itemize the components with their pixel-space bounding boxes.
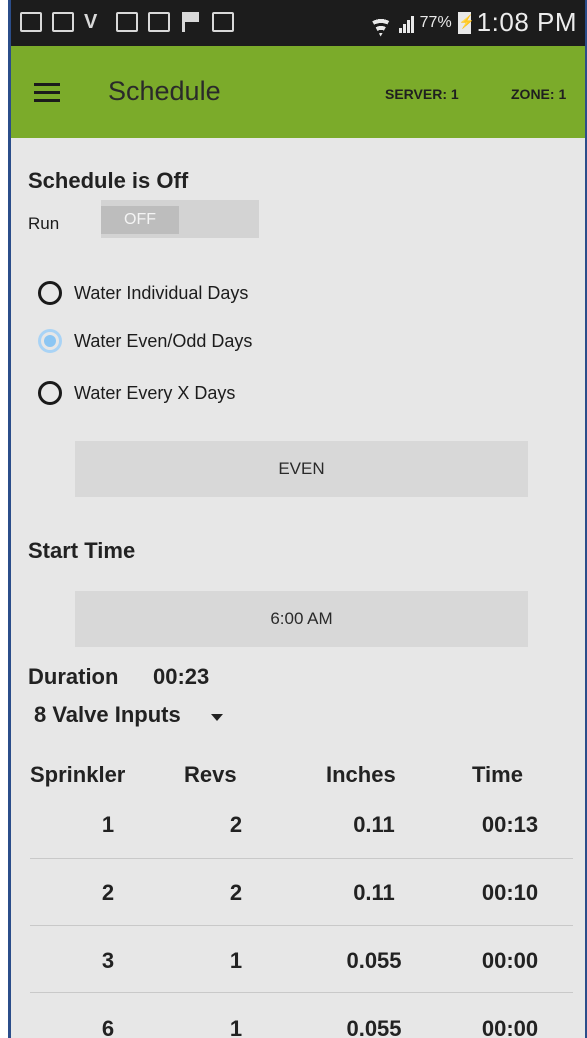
start-time-heading: Start Time xyxy=(28,538,136,563)
valve-inputs-value: 8 Valve Inputs xyxy=(34,702,181,727)
signal-icon xyxy=(398,13,414,33)
duration-label: Duration xyxy=(28,664,119,689)
table-row[interactable]: 1 2 0.11 00:13 xyxy=(8,812,585,878)
schedule-status-heading: Schedule is Off xyxy=(28,168,189,193)
start-time-button[interactable]: 6:00 AM xyxy=(75,591,528,647)
column-header-inches: Inches xyxy=(326,762,396,787)
status-time: 1:08 PM xyxy=(476,7,577,37)
cell-inches: 0.11 xyxy=(353,880,395,905)
cell-sprinkler: 3 xyxy=(101,948,115,973)
even-odd-button[interactable]: EVEN xyxy=(75,441,528,497)
radio-button[interactable] xyxy=(38,281,62,305)
hamburger-menu-icon[interactable] xyxy=(34,83,62,103)
row-divider xyxy=(30,858,573,859)
server-label: SERVER: 1 xyxy=(385,86,459,102)
battery-percent: 77% xyxy=(419,13,452,31)
bag-icon xyxy=(212,12,234,32)
column-header-sprinkler: Sprinkler xyxy=(30,762,126,787)
cell-revs: 1 xyxy=(229,948,243,973)
row-divider xyxy=(30,992,573,993)
column-header-revs: Revs xyxy=(184,762,237,787)
cell-time: 00:13 xyxy=(481,812,539,837)
run-toggle-state: OFF xyxy=(101,206,179,234)
mail-settings-icon xyxy=(148,12,170,32)
run-label: Run xyxy=(28,214,60,233)
cell-sprinkler: 1 xyxy=(101,812,115,837)
status-bar: V 77% 1:08 PM xyxy=(8,0,585,46)
phone-screen: V 77% 1:08 PM Schedule SERVER: 1 ZONE: 1… xyxy=(8,0,585,1038)
mail-icon xyxy=(20,12,42,32)
cell-revs: 1 xyxy=(229,1016,243,1038)
run-toggle[interactable]: OFF xyxy=(101,200,259,238)
frame-border xyxy=(8,0,11,1038)
page-title: Schedule xyxy=(108,76,221,106)
radio-label: Water Every X Days xyxy=(74,382,236,403)
table-row[interactable]: 3 1 0.055 00:00 xyxy=(8,948,585,1014)
radio-label: Water Individual Days xyxy=(74,282,249,303)
cell-sprinkler: 2 xyxy=(101,880,115,905)
cell-revs: 2 xyxy=(229,812,243,837)
dropdown-arrow-icon xyxy=(210,713,223,721)
radio-water-individual-days[interactable]: Water Individual Days xyxy=(38,281,248,305)
vine-icon: V xyxy=(84,11,98,33)
cell-time: 00:10 xyxy=(481,880,539,905)
table-header: Sprinkler Revs Inches Time xyxy=(8,762,585,794)
radio-water-every-x-days[interactable]: Water Every X Days xyxy=(38,381,235,405)
radio-button[interactable] xyxy=(38,381,62,405)
cell-inches: 0.11 xyxy=(353,812,395,837)
cell-revs: 2 xyxy=(229,880,243,905)
flag-icon xyxy=(180,12,202,32)
notification-icons: V xyxy=(20,12,234,32)
radio-button-selected[interactable] xyxy=(38,329,62,353)
radio-water-even-odd-days[interactable]: Water Even/Odd Days xyxy=(38,329,252,353)
image-icon xyxy=(52,12,74,32)
valve-inputs-dropdown[interactable]: 8 Valve Inputs xyxy=(34,702,223,728)
row-divider xyxy=(30,925,573,926)
mail-settings-icon xyxy=(116,12,138,32)
wifi-icon xyxy=(369,13,393,33)
zone-label: ZONE: 1 xyxy=(511,86,567,102)
app-bar: Schedule SERVER: 1 ZONE: 1 xyxy=(8,46,585,138)
column-header-time: Time xyxy=(472,762,523,787)
battery-charging-icon xyxy=(457,11,475,34)
cell-sprinkler: 6 xyxy=(101,1016,115,1038)
table-row[interactable]: 6 1 0.055 00:00 xyxy=(8,1016,585,1038)
radio-label: Water Even/Odd Days xyxy=(74,330,253,351)
cell-inches: 0.055 xyxy=(346,948,402,973)
cell-inches: 0.055 xyxy=(346,1016,402,1038)
table-row[interactable]: 2 2 0.11 00:10 xyxy=(8,880,585,946)
duration-value: 00:23 xyxy=(153,664,210,689)
cell-time: 00:00 xyxy=(481,948,539,973)
cell-time: 00:00 xyxy=(481,1016,539,1038)
